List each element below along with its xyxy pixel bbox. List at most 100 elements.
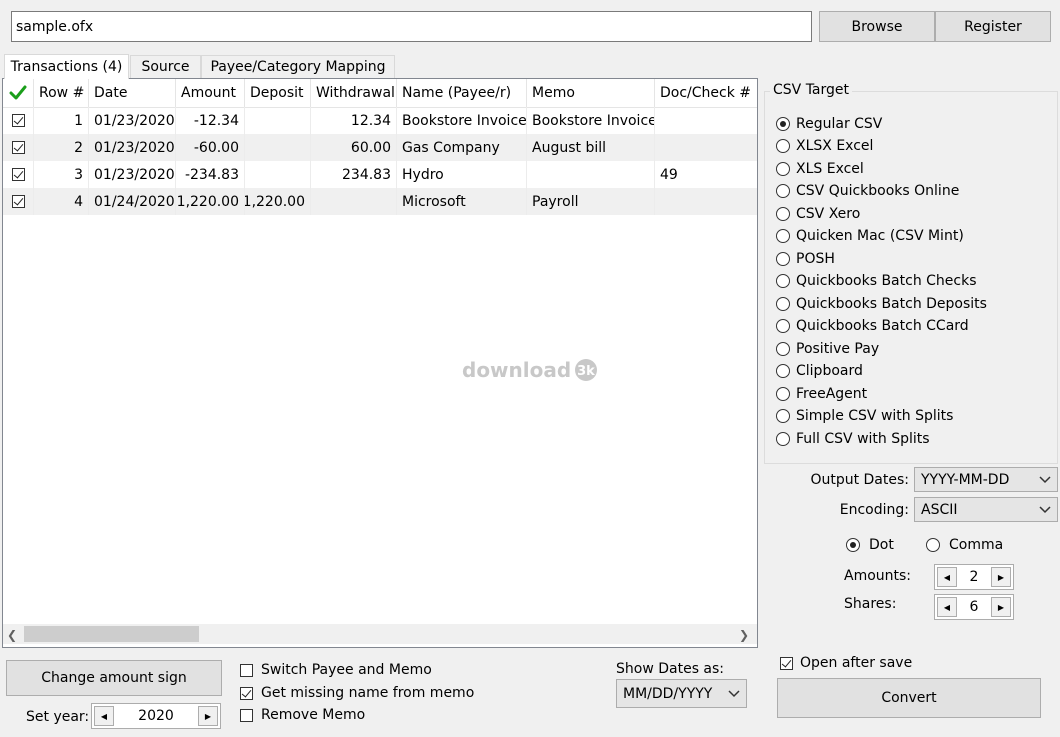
radio-icon[interactable] [846, 538, 860, 552]
col-deposit-header[interactable]: Deposit [245, 79, 311, 107]
shares-label: Shares: [844, 596, 897, 612]
radio-icon[interactable] [776, 342, 790, 356]
cell-row: 1 [34, 107, 89, 134]
radio-icon[interactable] [776, 162, 790, 176]
radio-icon[interactable] [776, 364, 790, 378]
radio-icon[interactable] [776, 207, 790, 221]
option-label: Simple CSV with Splits [796, 408, 954, 424]
option-simple-csv-splits[interactable]: Simple CSV with Splits [776, 406, 953, 426]
option-xls-excel[interactable]: XLS Excel [776, 159, 864, 179]
table-row[interactable]: 3 01/23/2020 -234.83 234.83 Hydro 49 [3, 161, 757, 188]
amounts-stepper[interactable]: ◀ 2 ▶ [934, 564, 1014, 590]
increment-arrow-icon[interactable]: ▶ [990, 567, 1011, 587]
remove-memo-checkbox[interactable] [240, 708, 253, 722]
radio-icon[interactable] [776, 409, 790, 423]
col-name-header[interactable]: Name (Payee/r) [397, 79, 527, 107]
set-year-label: Set year: [26, 709, 90, 725]
open-after-save-option[interactable]: Open after save [780, 653, 912, 673]
radio-icon[interactable] [776, 229, 790, 243]
browse-button[interactable]: Browse [819, 11, 935, 42]
option-regular-csv[interactable]: Regular CSV [776, 114, 882, 134]
row-checkbox[interactable] [11, 141, 25, 154]
transactions-grid[interactable]: Row # Date Amount Deposit Withdrawal Nam… [2, 78, 758, 648]
switch-payee-checkbox[interactable] [240, 663, 253, 677]
remove-memo-option[interactable]: Remove Memo [240, 705, 365, 725]
horizontal-scrollbar[interactable]: ❮ ❯ [3, 624, 757, 644]
cell-memo [527, 161, 655, 188]
tab-transactions[interactable]: Transactions (4) [4, 54, 129, 79]
table-row[interactable]: 2 01/23/2020 -60.00 60.00 Gas Company Au… [3, 134, 757, 161]
comma-option[interactable]: Comma [926, 535, 1003, 555]
option-positive-pay[interactable]: Positive Pay [776, 339, 879, 359]
cell-doc [655, 134, 757, 161]
scroll-left-arrow-icon[interactable]: ❮ [7, 628, 17, 642]
encoding-label: Encoding: [839, 502, 909, 518]
col-withdrawal-header[interactable]: Withdrawal [311, 79, 397, 107]
radio-icon[interactable] [776, 274, 790, 288]
radio-icon[interactable] [776, 139, 790, 153]
encoding-select[interactable]: ASCII [914, 497, 1058, 522]
radio-icon[interactable] [926, 538, 940, 552]
file-path-input[interactable]: sample.ofx [11, 11, 812, 42]
convert-button[interactable]: Convert [777, 678, 1041, 718]
show-dates-select[interactable]: MM/DD/YYYY [616, 679, 747, 708]
col-amount-header[interactable]: Amount [176, 79, 245, 107]
switch-payee-label: Switch Payee and Memo [261, 662, 432, 678]
change-amount-sign-button[interactable]: Change amount sign [6, 660, 222, 696]
decrement-arrow-icon[interactable]: ◀ [937, 567, 957, 587]
radio-icon[interactable] [776, 117, 790, 131]
switch-payee-option[interactable]: Switch Payee and Memo [240, 660, 432, 680]
option-label: XLS Excel [796, 161, 864, 177]
row-checkbox[interactable] [11, 168, 25, 181]
open-after-save-checkbox[interactable] [780, 656, 793, 670]
csv-target-options: Regular CSV XLSX Excel XLS Excel CSV Qui… [765, 114, 1057, 454]
table-row[interactable]: 4 01/24/2020 1,220.00 1,220.00 Microsoft… [3, 188, 757, 215]
col-row-header[interactable]: Row # [34, 79, 89, 107]
row-checkbox[interactable] [11, 114, 25, 127]
shares-value: 6 [969, 599, 979, 615]
get-missing-name-option[interactable]: Get missing name from memo [240, 683, 474, 703]
radio-icon[interactable] [776, 387, 790, 401]
radio-icon[interactable] [776, 297, 790, 311]
radio-icon[interactable] [776, 184, 790, 198]
option-qb-batch-checks[interactable]: Quickbooks Batch Checks [776, 271, 977, 291]
shares-stepper[interactable]: ◀ 6 ▶ [934, 594, 1014, 620]
radio-icon[interactable] [776, 319, 790, 333]
tab-source[interactable]: Source [130, 55, 201, 78]
option-quicken-mac[interactable]: Quicken Mac (CSV Mint) [776, 226, 964, 246]
row-checkbox[interactable] [11, 195, 25, 208]
cell-row: 4 [34, 188, 89, 215]
increment-arrow-icon[interactable]: ▶ [990, 597, 1011, 617]
option-qb-batch-ccard[interactable]: Quickbooks Batch CCard [776, 316, 969, 336]
cell-withdrawal: 12.34 [311, 107, 397, 134]
select-all-check-icon[interactable] [3, 79, 34, 107]
tab-payee-category-mapping[interactable]: Payee/Category Mapping [201, 55, 395, 78]
scrollbar-thumb[interactable] [24, 626, 199, 642]
option-csv-quickbooks-online[interactable]: CSV Quickbooks Online [776, 181, 959, 201]
year-stepper[interactable]: ◀ 2020 ▶ [91, 703, 221, 729]
option-csv-xero[interactable]: CSV Xero [776, 204, 860, 224]
option-xlsx-excel[interactable]: XLSX Excel [776, 136, 873, 156]
get-missing-name-checkbox[interactable] [240, 686, 253, 700]
col-doc-header[interactable]: Doc/Check # [655, 79, 757, 107]
output-dates-select[interactable]: YYYY-MM-DD [914, 467, 1058, 492]
table-row[interactable]: 1 01/23/2020 -12.34 12.34 Bookstore Invo… [3, 107, 757, 134]
radio-icon[interactable] [776, 252, 790, 266]
cell-deposit: 1,220.00 [245, 188, 311, 215]
scroll-right-arrow-icon[interactable]: ❯ [739, 628, 749, 642]
decrement-arrow-icon[interactable]: ◀ [94, 706, 114, 726]
register-button[interactable]: Register [935, 11, 1051, 42]
decrement-arrow-icon[interactable]: ◀ [937, 597, 957, 617]
option-qb-batch-deposits[interactable]: Quickbooks Batch Deposits [776, 294, 987, 314]
option-full-csv-splits[interactable]: Full CSV with Splits [776, 429, 930, 449]
option-freeagent[interactable]: FreeAgent [776, 384, 867, 404]
radio-icon[interactable] [776, 432, 790, 446]
option-posh[interactable]: POSH [776, 249, 835, 269]
col-date-header[interactable]: Date [89, 79, 176, 107]
cell-deposit [245, 107, 311, 134]
col-memo-header[interactable]: Memo [527, 79, 655, 107]
dot-option[interactable]: Dot [846, 535, 894, 555]
option-clipboard[interactable]: Clipboard [776, 361, 863, 381]
increment-arrow-icon[interactable]: ▶ [197, 706, 218, 726]
cell-amount: -12.34 [176, 107, 245, 134]
